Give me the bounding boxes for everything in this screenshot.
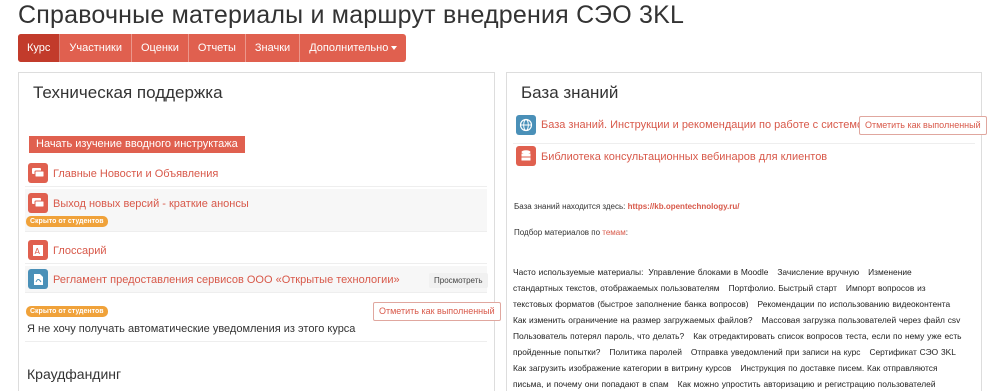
resource-link[interactable]: Библиотека консультационных вебинаров дл…: [541, 151, 827, 163]
material-link[interactable]: текстовых форматов (быстрое заполнение б…: [513, 299, 749, 309]
material-link[interactable]: Зачисление вручную: [777, 267, 859, 277]
tab-grades[interactable]: Оценки: [132, 34, 189, 62]
materials-line: Как загрузить изображение категории в ви…: [513, 360, 975, 376]
kb-location-text: База знаний находится здесь: https://kb.…: [514, 202, 739, 211]
hidden-from-students-badge: Скрыто от студентов: [26, 306, 108, 317]
material-link[interactable]: Портфолио. Быстрый старт: [729, 283, 837, 293]
notification-optout-text[interactable]: Я не хочу получать автоматические уведом…: [27, 323, 355, 335]
material-link[interactable]: Управление блоками в Moodle: [648, 267, 768, 277]
view-button[interactable]: Просмотреть: [429, 273, 488, 288]
section-title: Техническая поддержка: [33, 83, 223, 102]
material-link[interactable]: Импорт вопросов из: [846, 283, 926, 293]
activity-link[interactable]: Глоссарий: [53, 245, 107, 257]
material-link[interactable]: пройденные попытки?: [513, 347, 600, 357]
materials-line: текстовых форматов (быстрое заполнение б…: [513, 296, 975, 312]
start-intro-button[interactable]: Начать изучение вводного инструктажа: [29, 136, 245, 153]
section-title: База знаний: [521, 83, 619, 102]
material-link[interactable]: письма, и почему они попадают в спам: [513, 379, 669, 389]
tab-reports[interactable]: Отчеты: [189, 34, 246, 62]
caret-down-icon: [391, 46, 398, 51]
pdf-icon: [28, 269, 48, 289]
material-link[interactable]: Массовая загрузка пользователей через фа…: [762, 315, 961, 325]
tab-participants[interactable]: Участники: [60, 34, 132, 62]
topics-prefix: Подбор материалов по: [514, 228, 603, 237]
materials-line: пройденные попытки? Политика паролей Отпра…: [513, 344, 975, 360]
topics-suffix: :: [625, 228, 628, 237]
material-link[interactable]: Как изменить ограничение на размер загру…: [513, 315, 753, 325]
topics-link[interactable]: темам: [602, 228, 625, 237]
activity-link[interactable]: Главные Новости и Объявления: [53, 168, 218, 180]
activity-regulation: Регламент предоставления сервисов ООО «О…: [25, 266, 488, 293]
materials-line: письма, и почему они попадают в спам Как …: [513, 376, 975, 391]
kb-location-label: База знаний находится здесь:: [514, 202, 628, 211]
material-link[interactable]: Как можно упростить авторизацию и регист…: [678, 379, 936, 389]
materials-line: Как изменить ограничение на размер загру…: [513, 312, 975, 328]
glossary-icon: A: [28, 240, 48, 260]
material-link[interactable]: Как загрузить изображение категории в ви…: [513, 363, 731, 373]
tab-course[interactable]: Курс: [18, 34, 61, 62]
material-link[interactable]: Инструкция по доставке писем. Как отправ…: [740, 363, 937, 373]
material-link[interactable]: стандартных текстов, отображаемых пользо…: [513, 283, 720, 293]
material-link[interactable]: Как отредактировать список вопросов тест…: [693, 331, 961, 341]
activity-link[interactable]: Выход новых версий - краткие анонсы: [53, 198, 249, 210]
hidden-from-students-badge: Скрыто от студентов: [26, 216, 108, 227]
resource-knowledge-base: База знаний. Инструкции и рекомендации п…: [513, 114, 987, 144]
crowdfunding-section-title: Краудфандинг: [27, 366, 122, 382]
material-link[interactable]: Сертификат СЭО 3KL: [869, 347, 955, 357]
materials-line: Часто используемые материалы: Управление …: [513, 264, 975, 280]
mark-complete-button[interactable]: Отметить как выполненный: [859, 116, 987, 135]
activity-glossary: A Глоссарий: [25, 235, 487, 264]
resource-link[interactable]: База знаний. Инструкции и рекомендации п…: [541, 119, 872, 131]
materials-prefix: Часто используемые материалы:: [513, 267, 644, 277]
database-icon: [516, 146, 536, 166]
mark-complete-button[interactable]: Отметить как выполненный: [373, 302, 501, 321]
tab-badges[interactable]: Значки: [246, 34, 301, 62]
tech-support-section: Техническая поддержка Начать изучение вв…: [18, 72, 501, 391]
materials-line: Пользователь потерял пароль, что делать?…: [513, 328, 975, 344]
activity-notifications: Скрыто от студентов Отметить как выполне…: [25, 297, 501, 342]
material-link[interactable]: Политика паролей: [609, 347, 681, 357]
tab-more-label: Дополнительно: [309, 42, 389, 54]
material-link[interactable]: Изменение: [868, 267, 912, 277]
activity-link[interactable]: Регламент предоставления сервисов ООО «О…: [53, 274, 400, 286]
materials-line: стандартных текстов, отображаемых пользо…: [513, 280, 975, 296]
kb-url-link[interactable]: https://kb.opentechnology.ru/: [628, 202, 740, 211]
material-link[interactable]: Отправка уведомлений при записи на курс: [691, 347, 861, 357]
forum-icon: [28, 163, 48, 183]
resource-webinar-library: Библиотека консультационных вебинаров дл…: [513, 145, 975, 171]
topics-text: Подбор материалов по темам:: [514, 228, 628, 237]
material-link[interactable]: Пользователь потерял пароль, что делать?: [513, 331, 684, 341]
material-link[interactable]: Рекомендации по использованию видеоконте…: [758, 299, 951, 309]
globe-icon: [516, 115, 536, 135]
page-title: Справочные материалы и маршрут внедрения…: [18, 1, 685, 29]
svg-text:A: A: [35, 247, 41, 256]
forum-icon: [28, 193, 48, 213]
activity-releases: Выход новых версий - краткие анонсы Скры…: [25, 189, 487, 232]
tab-more[interactable]: Дополнительно: [300, 34, 406, 62]
activity-news: Главные Новости и Объявления: [25, 159, 487, 187]
knowledge-base-section: База знаний База знаний. Инструкции и ре…: [506, 72, 987, 391]
course-nav-tabs: Курс Участники Оценки Отчеты Значки Допо…: [18, 34, 407, 62]
